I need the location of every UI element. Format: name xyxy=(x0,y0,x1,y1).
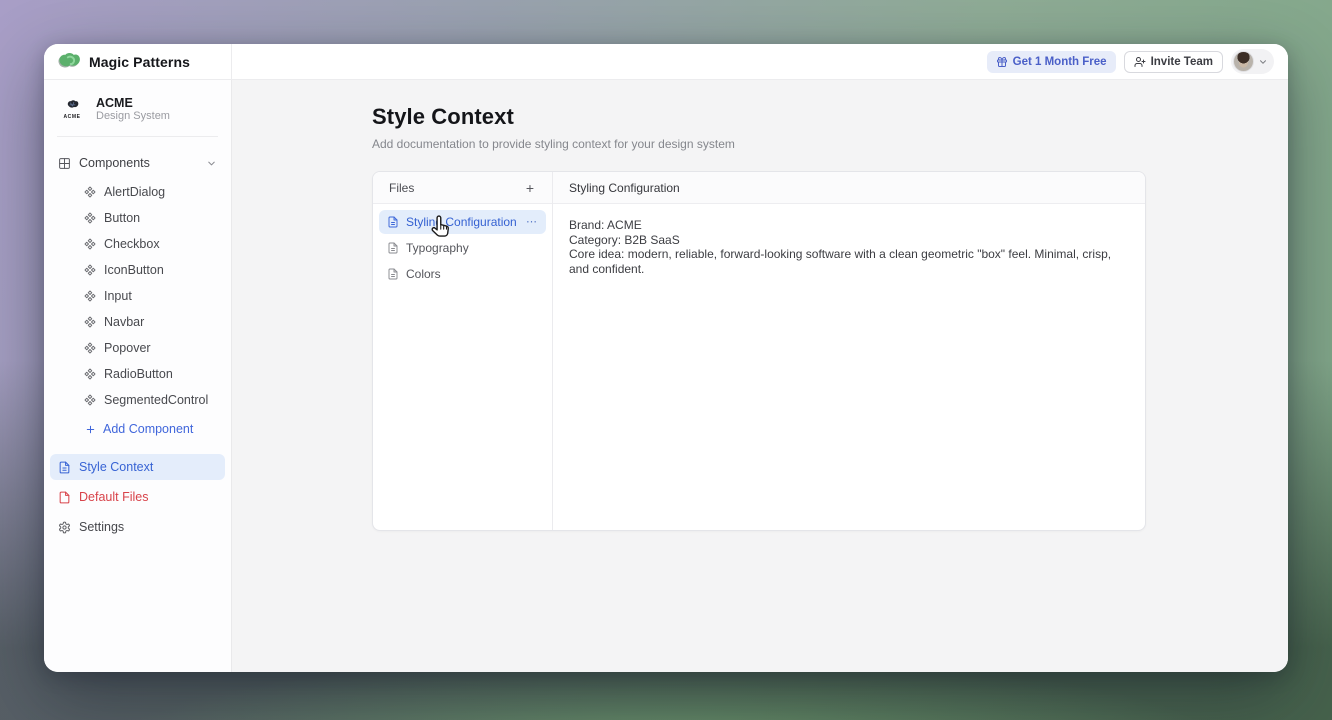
style-context-card: Files + Styling Configuration ⋯ Typograp… xyxy=(372,171,1146,531)
gear-icon xyxy=(58,521,71,534)
sidebar-item-alertdialog[interactable]: AlertDialog xyxy=(44,179,231,205)
file-item-styling-configuration[interactable]: Styling Configuration ⋯ xyxy=(379,210,546,234)
file-text-icon xyxy=(387,268,399,280)
component-list: AlertDialog Button Checkbox IconButton I… xyxy=(44,179,231,442)
chevron-down-icon xyxy=(1258,57,1268,67)
detail-header-label: Styling Configuration xyxy=(569,181,680,195)
sidebar-divider xyxy=(57,136,218,137)
get-month-free-button[interactable]: Get 1 Month Free xyxy=(987,51,1116,73)
page-title: Style Context xyxy=(372,104,1288,130)
invite-team-label: Invite Team xyxy=(1151,56,1213,68)
chevron-down-icon xyxy=(206,158,217,169)
component-label: IconButton xyxy=(104,263,164,277)
org-name: ACME xyxy=(96,96,170,110)
file-text-icon xyxy=(58,461,71,474)
file-text-icon xyxy=(387,242,399,254)
topbar: Magic Patterns Get 1 Month Free Invite T… xyxy=(44,44,1288,80)
component-label: RadioButton xyxy=(104,367,173,381)
sidebar-item-default-files[interactable]: Default Files xyxy=(50,484,225,510)
account-menu[interactable] xyxy=(1231,49,1274,74)
org-switcher[interactable]: ACME ACME Design System xyxy=(44,90,231,127)
default-files-label: Default Files xyxy=(79,490,148,504)
sidebar: ACME ACME Design System Components xyxy=(44,80,232,672)
brand-logo-text: Magic Patterns xyxy=(89,54,190,70)
style-context-label: Style Context xyxy=(79,460,153,474)
component-label: Navbar xyxy=(104,315,144,329)
file-content[interactable]: Brand: ACME Category: B2B SaaS Core idea… xyxy=(553,204,1145,290)
file-more-button[interactable]: ⋯ xyxy=(526,217,538,228)
page-subtitle: Add documentation to provide styling con… xyxy=(372,137,1288,151)
component-icon xyxy=(84,290,96,302)
component-label: Input xyxy=(104,289,132,303)
file-item-label: Styling Configuration xyxy=(406,215,519,229)
settings-label: Settings xyxy=(79,520,124,534)
sidebar-item-radiobutton[interactable]: RadioButton xyxy=(44,361,231,387)
sidebar-item-input[interactable]: Input xyxy=(44,283,231,309)
component-icon xyxy=(84,238,96,250)
file-item-typography[interactable]: Typography xyxy=(379,236,546,260)
file-item-label: Typography xyxy=(406,241,538,255)
add-component-label: Add Component xyxy=(103,422,193,436)
topbar-actions: Get 1 Month Free Invite Team xyxy=(232,44,1288,79)
invite-team-button[interactable]: Invite Team xyxy=(1124,51,1223,73)
detail-panel: Styling Configuration Brand: ACME Catego… xyxy=(553,172,1145,530)
component-icon xyxy=(84,394,96,406)
file-item-label: Colors xyxy=(406,267,538,281)
sidebar-item-navbar[interactable]: Navbar xyxy=(44,309,231,335)
detail-panel-header: Styling Configuration xyxy=(553,172,1145,204)
file-item-colors[interactable]: Colors xyxy=(379,262,546,286)
add-file-button[interactable]: + xyxy=(524,181,536,195)
detail-line-category: Category: B2B SaaS xyxy=(569,233,1129,248)
component-label: Popover xyxy=(104,341,151,355)
org-logo: ACME xyxy=(57,93,87,125)
component-icon xyxy=(84,212,96,224)
component-label: Button xyxy=(104,211,140,225)
component-icon xyxy=(84,368,96,380)
sidebar-item-button[interactable]: Button xyxy=(44,205,231,231)
sidebar-item-checkbox[interactable]: Checkbox xyxy=(44,231,231,257)
avatar xyxy=(1233,51,1254,72)
app-window: Magic Patterns Get 1 Month Free Invite T… xyxy=(44,44,1288,672)
sidebar-item-settings[interactable]: Settings xyxy=(50,514,225,540)
component-label: Checkbox xyxy=(104,237,160,251)
files-panel: Files + Styling Configuration ⋯ Typograp… xyxy=(373,172,553,530)
component-label: SegmentedControl xyxy=(104,393,208,407)
gift-icon xyxy=(996,56,1008,68)
sidebar-section-components[interactable]: Components xyxy=(44,152,231,174)
plus-icon xyxy=(85,424,96,435)
component-icon xyxy=(84,264,96,276)
add-component-button[interactable]: Add Component xyxy=(44,416,231,442)
app-body: ACME ACME Design System Components xyxy=(44,80,1288,672)
file-text-icon xyxy=(387,216,399,228)
sidebar-item-style-context[interactable]: Style Context xyxy=(50,454,225,480)
org-subtitle: Design System xyxy=(96,110,170,123)
detail-line-brand: Brand: ACME xyxy=(569,218,1129,233)
org-logo-caption: ACME xyxy=(63,114,80,120)
file-list: Styling Configuration ⋯ Typography Color… xyxy=(373,204,552,286)
file-icon xyxy=(58,491,71,504)
get-month-free-label: Get 1 Month Free xyxy=(1013,56,1107,68)
magic-patterns-logo-icon xyxy=(57,52,82,71)
files-header-label: Files xyxy=(389,181,414,195)
detail-line-core-idea: Core idea: modern, reliable, forward-loo… xyxy=(569,247,1129,276)
components-header-label: Components xyxy=(79,156,150,170)
sidebar-item-iconbutton[interactable]: IconButton xyxy=(44,257,231,283)
component-icon xyxy=(84,186,96,198)
user-plus-icon xyxy=(1134,56,1146,68)
main-content: Style Context Add documentation to provi… xyxy=(232,80,1288,672)
component-label: AlertDialog xyxy=(104,185,165,199)
brand-logo[interactable]: Magic Patterns xyxy=(44,44,232,79)
sidebar-item-segmentedcontrol[interactable]: SegmentedControl xyxy=(44,387,231,413)
component-icon xyxy=(84,316,96,328)
grid-icon xyxy=(58,157,71,170)
component-icon xyxy=(84,342,96,354)
sidebar-item-popover[interactable]: Popover xyxy=(44,335,231,361)
files-panel-header: Files + xyxy=(373,172,552,204)
